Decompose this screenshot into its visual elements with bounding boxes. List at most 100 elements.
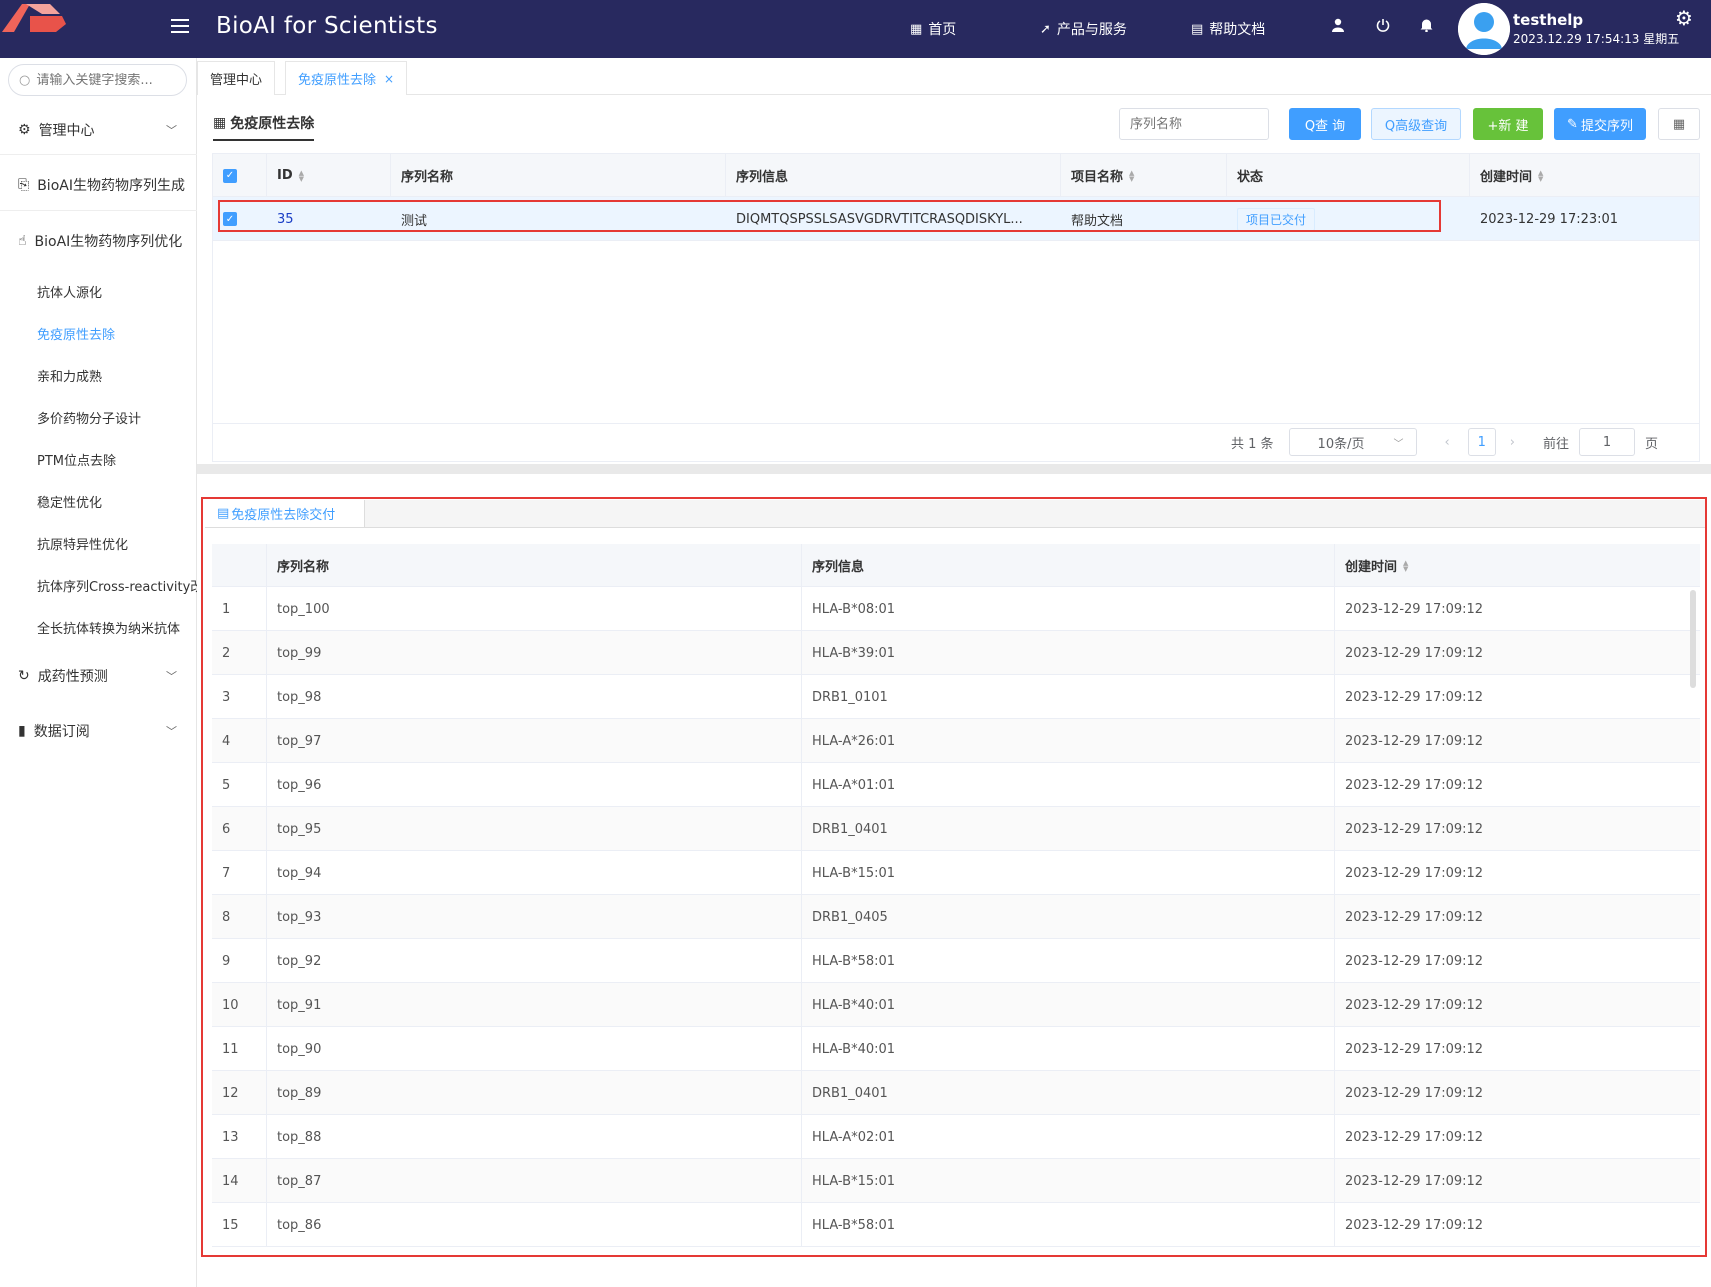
power-icon[interactable]: [1376, 18, 1390, 36]
col-header-id[interactable]: ID ▲ ▼: [267, 154, 391, 197]
delivery-highlight-box: [201, 497, 1707, 1257]
col-header-created[interactable]: 创建时间 ▲ ▼: [1470, 154, 1699, 197]
sort-icon[interactable]: ▲ ▼: [1129, 169, 1134, 182]
nav-help-label: 帮助文档: [1209, 22, 1266, 38]
close-icon[interactable]: ×: [384, 72, 394, 86]
sidebar-item-nanobody[interactable]: 全长抗体转换为纳米抗体: [37, 618, 197, 637]
sidebar-item-multivalent[interactable]: 多价药物分子设计: [37, 408, 197, 427]
sidebar-group-subscription[interactable]: ▮ 数据订阅 ﹀: [0, 709, 197, 753]
settings-gear-icon[interactable]: ⚙: [1675, 6, 1693, 30]
username[interactable]: testhelp: [1513, 11, 1583, 29]
chevron-down-icon: ﹀: [166, 670, 177, 683]
doc-icon: ▤: [1191, 21, 1204, 37]
chevron-down-icon: ﹀: [1393, 438, 1404, 450]
col-header-name: 序列名称: [391, 154, 726, 197]
sidebar-group-generation[interactable]: ⎘ BioAI生物药物序列生成: [0, 163, 197, 207]
user-icon[interactable]: [1332, 18, 1344, 36]
tab-label: 管理中心: [210, 73, 263, 88]
col-header-label: ID: [277, 168, 293, 183]
nav-products[interactable]: ➚ 产品与服务: [1040, 19, 1127, 39]
tab-label: 免疫原性去除: [298, 73, 377, 88]
search-icon: ○: [19, 72, 31, 88]
col-header-seq: 序列信息: [726, 154, 1061, 197]
page-size-value: 10条/页: [1317, 436, 1365, 452]
grid-icon: ▦: [213, 115, 227, 131]
sidebar-item-humanization[interactable]: 抗体人源化: [37, 282, 197, 301]
page-title-text: 免疫原性去除: [230, 116, 315, 132]
edit-icon: ✎: [1567, 116, 1578, 132]
row-border-divider: [213, 423, 1699, 424]
total-count: 共 1 条: [1231, 436, 1274, 452]
datetime: 2023.12.29 17:54:13 星期五: [1513, 32, 1680, 46]
section-separator: [197, 464, 1711, 474]
top-bar: BioAI for Scientists ▦ 首页 ➚ 产品与服务 ▤ 帮助文档…: [0, 0, 1711, 58]
prev-page-icon[interactable]: ‹: [1445, 435, 1450, 450]
divider: [0, 154, 197, 155]
goto-page-input[interactable]: 1: [1578, 428, 1635, 456]
new-button[interactable]: +新 建: [1473, 108, 1543, 140]
sidebar-group-label: BioAI生物药物序列生成: [37, 178, 185, 194]
grid-icon: ▦: [910, 21, 923, 37]
current-page[interactable]: 1: [1467, 428, 1496, 456]
col-header-status: 状态: [1227, 154, 1470, 197]
row-highlight-box: [218, 200, 1441, 232]
clipboard-icon: ⎘: [18, 177, 30, 193]
app-title: BioAI for Scientists: [216, 13, 438, 39]
send-icon: ➚: [1040, 21, 1051, 37]
sidebar-item-immunogenicity[interactable]: 免疫原性去除: [37, 324, 197, 343]
pagination: 共 1 条 10条/页 ﹀ ‹ 1 › 前往 1 页: [1231, 428, 1658, 456]
col-header-label: 项目名称: [1071, 170, 1124, 185]
chevron-down-icon: ﹀: [166, 725, 177, 738]
chevron-down-icon: ﹀: [166, 124, 177, 137]
col-header-project[interactable]: 项目名称 ▲ ▼: [1061, 154, 1227, 197]
sidebar-item-stability[interactable]: 稳定性优化: [37, 492, 197, 511]
next-page-icon[interactable]: ›: [1510, 435, 1515, 450]
page-title: ▦ 免疫原性去除: [213, 113, 315, 141]
page-size-select[interactable]: 10条/页 ﹀: [1288, 428, 1417, 456]
sidebar-group-label: 管理中心: [38, 123, 95, 139]
sidebar-search-input[interactable]: [36, 72, 172, 88]
select-all-checkbox[interactable]: ✓: [223, 168, 237, 183]
tab-immunogenicity[interactable]: 免疫原性去除 ×: [285, 61, 408, 95]
bar-chart-icon: ▮: [18, 723, 26, 739]
col-header-label: 创建时间: [1480, 170, 1533, 185]
page-suffix: 页: [1644, 436, 1658, 452]
column-settings-button[interactable]: ▦: [1658, 108, 1700, 140]
advanced-query-button[interactable]: Q高级查询: [1371, 108, 1461, 140]
sequence-name-filter[interactable]: [1119, 108, 1269, 140]
sidebar-item-affinity[interactable]: 亲和力成熟: [37, 366, 197, 385]
sort-icon[interactable]: ▲ ▼: [1538, 169, 1543, 182]
sidebar-group-optimization[interactable]: ☝ BioAI生物药物序列优化: [0, 219, 197, 263]
logo-icon: [2, 4, 66, 32]
sidebar-group-label: BioAI生物药物序列优化: [34, 234, 183, 250]
row-created: 2023-12-29 17:23:01: [1480, 211, 1619, 227]
nav-products-label: 产品与服务: [1056, 22, 1127, 38]
sidebar-group-management[interactable]: ⚙ 管理中心 ﹀: [0, 108, 197, 152]
select-all-cell: ✓: [213, 154, 267, 197]
sidebar-group-label: 成药性预测: [37, 669, 108, 685]
nav-home-label: 首页: [928, 22, 957, 38]
submit-sequence-label: 提交序列: [1580, 118, 1633, 134]
sidebar-group-label: 数据订阅: [33, 724, 90, 740]
tab-strip: 管理中心 免疫原性去除 ×: [197, 58, 1711, 95]
menu-toggle-button[interactable]: [171, 19, 189, 35]
sidebar-item-cross-reactivity[interactable]: 抗体序列Cross-reactivity改: [37, 576, 197, 595]
goto-label: 前往: [1542, 436, 1569, 452]
divider: [0, 210, 197, 211]
sidebar-search[interactable]: ○: [8, 64, 187, 96]
grid-icon: ▦: [1672, 116, 1686, 132]
sidebar-item-ptm[interactable]: PTM位点去除: [37, 450, 197, 469]
nav-help-docs[interactable]: ▤ 帮助文档: [1191, 19, 1265, 39]
sort-icon[interactable]: ▲ ▼: [299, 169, 304, 182]
sidebar-group-druggability[interactable]: ↻ 成药性预测 ﹀: [0, 654, 197, 698]
submit-sequence-button[interactable]: ✎ 提交序列: [1554, 108, 1646, 140]
avatar[interactable]: [1458, 3, 1510, 55]
nav-home[interactable]: ▦ 首页: [910, 19, 956, 39]
tab-management[interactable]: 管理中心: [197, 61, 276, 95]
query-button[interactable]: Q查 询: [1289, 108, 1361, 140]
table-header: ✓ ID ▲ ▼ 序列名称 序列信息 项目名称 ▲ ▼ 状态 创建时间 ▲ ▼: [213, 154, 1699, 197]
sidebar: ○ ⚙ 管理中心 ﹀ ⎘ BioAI生物药物序列生成 ☝ BioAI生物药物序列…: [0, 58, 197, 1287]
sidebar-item-specificity[interactable]: 抗原特异性优化: [37, 534, 197, 553]
bell-icon[interactable]: [1420, 18, 1433, 36]
gear-icon: ⚙: [18, 122, 31, 138]
